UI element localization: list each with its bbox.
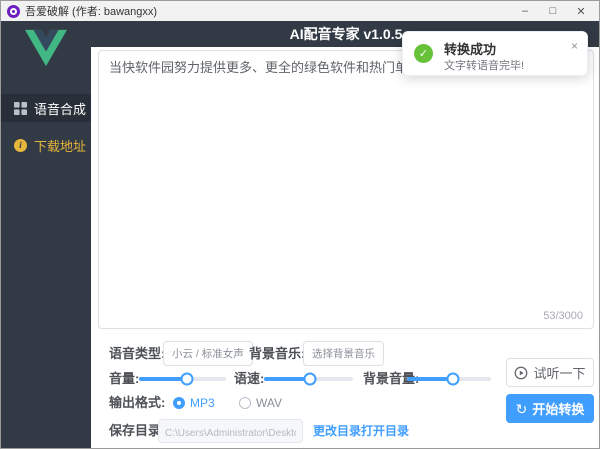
speed-slider-thumb[interactable] xyxy=(304,373,317,386)
toast-title: 转换成功 xyxy=(444,39,496,58)
speed-slider[interactable] xyxy=(264,377,353,381)
char-counter: 53/3000 xyxy=(543,309,583,325)
radio-mp3[interactable]: MP3 xyxy=(173,393,215,413)
preview-button[interactable]: 试听一下 xyxy=(506,358,594,387)
radio-wav[interactable]: WAV xyxy=(239,393,282,413)
bgm-label: 背景音乐: xyxy=(249,341,305,366)
bg-volume-slider-thumb[interactable] xyxy=(447,373,460,386)
toast-message: 文字转语音完毕! xyxy=(444,57,524,73)
content-panel: 当快软件园努力提供更多、更全的绿色软件和热门单机游戏下载,本站全力打 53/30… xyxy=(91,47,600,449)
preview-button-label: 试听一下 xyxy=(533,363,585,382)
window-title: 吾爱破解 (作者: bawangxx) xyxy=(25,3,513,19)
speed-label: 语速: xyxy=(234,369,264,389)
output-format-label: 输出格式: xyxy=(109,393,165,413)
convert-button[interactable]: ↻ 开始转换 xyxy=(506,394,594,423)
save-dir-label: 保存目录: xyxy=(109,419,165,443)
sidebar-item-label: 语音合成 xyxy=(34,99,86,118)
volume-label: 音量: xyxy=(109,369,139,389)
success-check-icon: ✓ xyxy=(414,44,433,63)
vue-logo-icon xyxy=(25,29,67,67)
maximize-icon[interactable]: □ xyxy=(541,3,565,19)
bg-volume-slider[interactable] xyxy=(407,377,491,381)
minimize-icon[interactable]: – xyxy=(513,3,537,19)
voice-type-label: 语音类型: xyxy=(109,341,165,366)
text-input-area[interactable]: 当快软件园努力提供更多、更全的绿色软件和热门单机游戏下载,本站全力打 53/30… xyxy=(98,50,594,329)
open-dir-link[interactable]: 打开目录 xyxy=(361,419,409,443)
radio-mp3-label: MP3 xyxy=(190,396,215,410)
grid-icon xyxy=(14,102,27,115)
volume-slider-thumb[interactable] xyxy=(180,373,193,386)
sidebar: 语音合成 i 下载地址 xyxy=(1,21,91,449)
radio-mp3-dot xyxy=(173,397,185,409)
bgm-select-button[interactable]: 选择背景音乐 xyxy=(303,341,384,366)
radio-wav-dot xyxy=(239,397,251,409)
voice-type-button[interactable]: 小云 / 标准女声 xyxy=(163,341,253,366)
toast-notification: ✓ 转换成功 文字转语音完毕! × xyxy=(402,31,588,76)
main-area: 语音合成 i 下载地址 AI配音专家 v1.0.5 当快软件园努力提供更多、更全… xyxy=(1,21,600,449)
sidebar-item-voice-synthesis[interactable]: 语音合成 xyxy=(1,94,91,122)
sidebar-item-label: 下载地址 xyxy=(34,136,86,155)
sidebar-item-download-address[interactable]: i 下载地址 xyxy=(1,131,91,159)
toast-close-icon[interactable]: × xyxy=(571,40,578,52)
titlebar: 吾爱破解 (作者: bawangxx) – □ ✕ xyxy=(1,1,599,21)
refresh-icon: ↻ xyxy=(516,402,528,416)
app-logo-icon xyxy=(7,5,20,18)
info-icon: i xyxy=(14,139,27,152)
play-icon xyxy=(514,366,528,380)
window-controls: – □ ✕ xyxy=(513,3,593,19)
app-window: 吾爱破解 (作者: bawangxx) – □ ✕ xyxy=(0,0,600,449)
radio-wav-label: WAV xyxy=(256,396,282,410)
convert-button-label: 开始转换 xyxy=(532,399,584,418)
volume-slider[interactable] xyxy=(139,377,226,381)
app-title: AI配音专家 v1.0.5 xyxy=(290,24,403,44)
save-dir-input[interactable] xyxy=(158,419,303,443)
close-icon[interactable]: ✕ xyxy=(569,3,593,19)
change-dir-link[interactable]: 更改目录 xyxy=(313,419,361,443)
